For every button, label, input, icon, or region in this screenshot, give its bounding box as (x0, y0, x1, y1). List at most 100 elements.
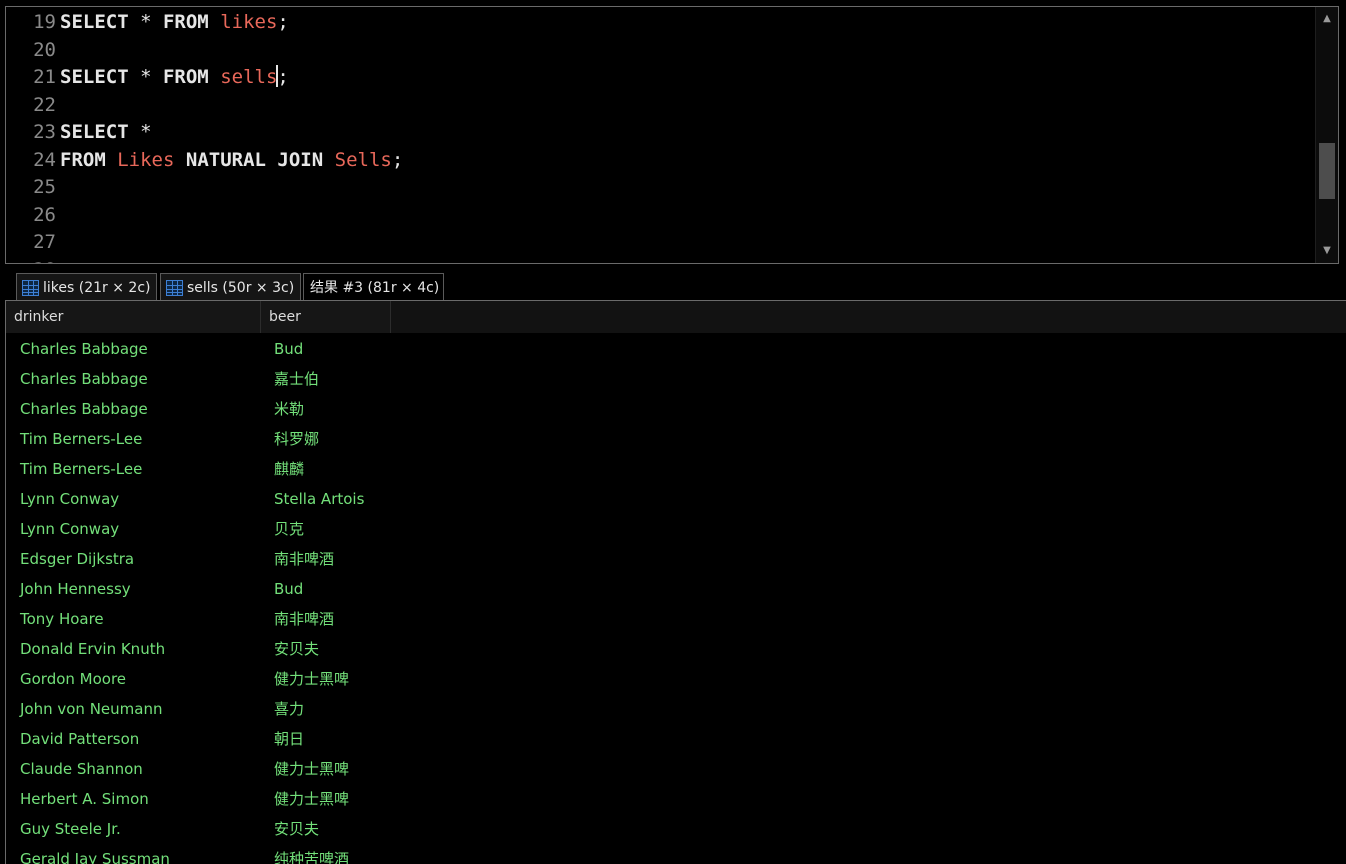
code-line[interactable]: 21 SELECT * FROM sells; (6, 64, 289, 91)
cell-drinker[interactable]: David Patterson (20, 724, 139, 754)
line-number: 26 (33, 203, 56, 226)
sql-keyword: JOIN (277, 148, 324, 171)
table-row[interactable]: Gordon Moore 健力士黑啤 (6, 664, 1346, 694)
cell-beer[interactable]: 科罗娜 (274, 424, 319, 454)
table-row[interactable]: Gerald Jay Sussman 纯种苦啤酒 (6, 844, 1346, 864)
line-number: 22 (33, 93, 56, 116)
cell-beer[interactable]: 南非啤酒 (274, 544, 334, 574)
code-line[interactable]: 26 (6, 202, 60, 229)
table-row[interactable]: Herbert A. Simon 健力士黑啤 (6, 784, 1346, 814)
table-row[interactable]: Charles Babbage 嘉士伯 (6, 364, 1346, 394)
table-row[interactable]: Edsger Dijkstra 南非啤酒 (6, 544, 1346, 574)
cell-drinker[interactable]: Gordon Moore (20, 664, 126, 694)
tab-sells[interactable]: sells (50r × 3c) (160, 273, 301, 300)
sql-token: ; (391, 148, 404, 171)
result-grid[interactable]: drinker beer Charles Babbage Bud Charles B… (5, 300, 1346, 864)
editor-vertical-scrollbar[interactable]: ▲ ▼ (1315, 7, 1338, 263)
sql-token: * (128, 121, 152, 143)
code-lines[interactable]: 19 SELECT * FROM likes; 20 21 SELECT * FROM … (6, 7, 1314, 263)
sql-keyword: SELECT (60, 11, 129, 33)
column-header-beer[interactable]: beer (261, 301, 391, 333)
code-line[interactable]: 19 SELECT * FROM likes; (6, 9, 289, 36)
scroll-up-arrow-icon[interactable]: ▲ (1316, 9, 1338, 29)
cell-beer[interactable]: 健力士黑啤 (274, 664, 349, 694)
table-row[interactable]: Lynn Conway Stella Artois (6, 484, 1346, 514)
cell-drinker[interactable]: Tony Hoare (20, 604, 104, 634)
table-row[interactable]: John von Neumann 喜力 (6, 694, 1346, 724)
sql-token: ; (277, 11, 289, 33)
tab-result-3[interactable]: 结果 #3 (81r × 4c) (303, 273, 444, 300)
table-row[interactable]: Charles Babbage 米勒 (6, 394, 1346, 424)
cell-drinker[interactable]: Tim Berners-Lee (20, 454, 142, 484)
sql-keyword: SELECT (60, 121, 129, 143)
sql-table-name: Sells (334, 148, 392, 171)
cell-drinker[interactable]: Lynn Conway (20, 484, 119, 514)
cell-drinker[interactable]: Charles Babbage (20, 364, 148, 394)
cell-beer[interactable]: 南非啤酒 (274, 604, 334, 634)
table-row[interactable]: John Hennessy Bud (6, 574, 1346, 604)
cell-beer[interactable]: 朝日 (274, 724, 304, 754)
table-row[interactable]: Claude Shannon 健力士黑啤 (6, 754, 1346, 784)
cell-beer[interactable]: Bud (274, 334, 303, 364)
cell-drinker[interactable]: Charles Babbage (20, 334, 148, 364)
cell-drinker[interactable]: Charles Babbage (20, 394, 148, 424)
cell-beer[interactable]: Stella Artois (274, 484, 364, 514)
table-grid-icon (166, 280, 183, 296)
sql-keyword: SELECT (60, 66, 129, 88)
tab-likes[interactable]: likes (21r × 2c) (16, 273, 157, 300)
cell-drinker[interactable]: Claude Shannon (20, 754, 143, 784)
tab-label: likes (21r × 2c) (43, 280, 151, 296)
table-row[interactable]: Tim Berners-Lee 麒麟 (6, 454, 1346, 484)
code-line[interactable]: 24 FROM Likes NATURAL JOIN Sells; (6, 147, 403, 174)
table-grid-icon (22, 280, 39, 296)
cell-drinker[interactable]: Edsger Dijkstra (20, 544, 134, 574)
column-header-drinker[interactable]: drinker (6, 301, 261, 333)
cell-drinker[interactable]: John Hennessy (20, 574, 131, 604)
line-number: 19 (33, 11, 56, 33)
cell-drinker[interactable]: Donald Ervin Knuth (20, 634, 165, 664)
cell-drinker[interactable]: Herbert A. Simon (20, 784, 149, 814)
sql-token: ; (277, 66, 289, 88)
line-number: 25 (33, 176, 56, 198)
cell-drinker[interactable]: John von Neumann (20, 694, 163, 724)
sql-editor[interactable]: 19 SELECT * FROM likes; 20 21 SELECT * FROM … (5, 6, 1339, 264)
code-line[interactable]: 23 SELECT * (6, 119, 152, 146)
cell-beer[interactable]: 安贝夫 (274, 634, 319, 664)
cell-drinker[interactable]: Gerald Jay Sussman (20, 844, 170, 864)
table-row[interactable]: Lynn Conway 贝克 (6, 514, 1346, 544)
cell-drinker[interactable]: Tim Berners-Lee (20, 424, 142, 454)
code-line[interactable]: 28 (6, 257, 60, 264)
sql-keyword: NATURAL (185, 148, 266, 171)
scrollbar-thumb[interactable] (1319, 143, 1335, 199)
cell-beer[interactable]: 麒麟 (274, 454, 304, 484)
table-row[interactable]: Charles Babbage Bud (6, 334, 1346, 364)
cell-beer[interactable]: 喜力 (274, 694, 304, 724)
code-line[interactable]: 25 (6, 174, 60, 201)
cell-drinker[interactable]: Guy Steele Jr. (20, 814, 121, 844)
table-row[interactable]: Tony Hoare 南非啤酒 (6, 604, 1346, 634)
code-line[interactable]: 22 (6, 92, 60, 119)
cell-beer[interactable]: 嘉士伯 (274, 364, 319, 394)
table-row[interactable]: Guy Steele Jr. 安贝夫 (6, 814, 1346, 844)
table-row[interactable]: Donald Ervin Knuth 安贝夫 (6, 634, 1346, 664)
sql-table-name: sells (220, 66, 278, 88)
cell-drinker[interactable]: Lynn Conway (20, 514, 119, 544)
cell-beer[interactable]: 纯种苦啤酒 (274, 844, 349, 864)
table-row[interactable]: David Patterson 朝日 (6, 724, 1346, 754)
cell-beer[interactable]: 贝克 (274, 514, 304, 544)
scroll-down-arrow-icon[interactable]: ▼ (1316, 241, 1338, 261)
sql-keyword: FROM (162, 11, 209, 33)
cell-beer[interactable]: 健力士黑啤 (274, 754, 349, 784)
cell-beer[interactable]: 安贝夫 (274, 814, 319, 844)
cell-beer[interactable]: 健力士黑啤 (274, 784, 349, 814)
line-number: 24 (33, 148, 56, 171)
code-line[interactable]: 27 (6, 229, 60, 256)
table-row[interactable]: Tim Berners-Lee 科罗娜 (6, 424, 1346, 454)
code-line[interactable]: 20 (6, 37, 60, 64)
cell-beer[interactable]: 米勒 (274, 394, 304, 424)
cell-beer[interactable]: Bud (274, 574, 303, 604)
